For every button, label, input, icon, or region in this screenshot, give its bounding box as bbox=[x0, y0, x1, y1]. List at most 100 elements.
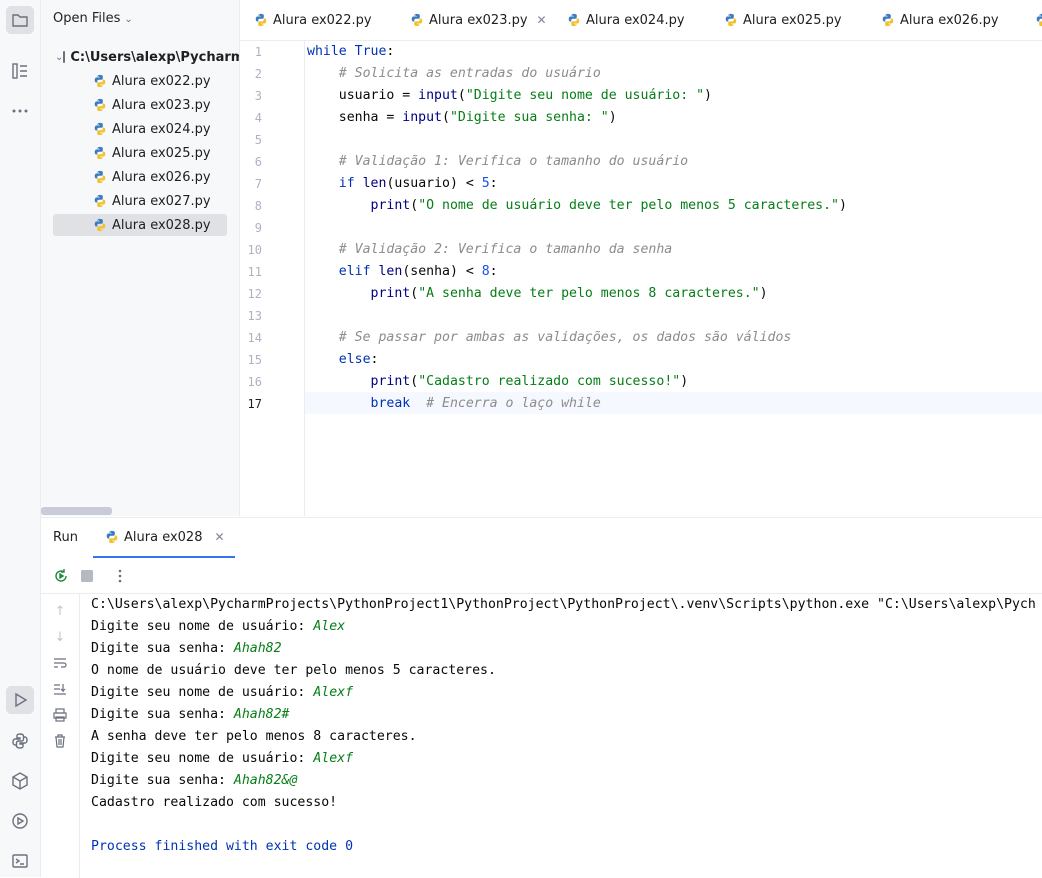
console-command: C:\Users\alexp\PycharmProjects\PythonPro… bbox=[91, 597, 1036, 612]
code-editor[interactable]: 1 2 3 4 5 6 7 8 9 10 11 12 13 14 15 16 1… bbox=[240, 41, 1042, 516]
tree-file[interactable]: Alura ex022.py bbox=[93, 70, 239, 92]
file-label: Alura ex024.py bbox=[112, 121, 211, 137]
file-label: Alura ex025.py bbox=[112, 145, 211, 161]
folder-icon bbox=[63, 51, 66, 63]
console-line: Digite sua senha: Ahah82&@ bbox=[91, 773, 298, 788]
line-number: 7 bbox=[254, 177, 262, 191]
tab-label: Alura ex022.py bbox=[273, 12, 372, 28]
code-line-current: break # Encerra o laço while bbox=[370, 396, 601, 411]
python-file-icon bbox=[93, 74, 107, 88]
line-number: 9 bbox=[254, 221, 262, 235]
more-icon[interactable] bbox=[6, 97, 34, 125]
line-number: 1 bbox=[254, 45, 262, 59]
close-icon[interactable]: ✕ bbox=[537, 13, 547, 27]
console-line: Digite seu nome de usuário: Alex bbox=[91, 619, 346, 634]
tab-overflow[interactable] bbox=[1035, 0, 1042, 40]
python-console-icon[interactable] bbox=[6, 727, 34, 755]
line-number-gutter: 1 2 3 4 5 6 7 8 9 10 11 12 13 14 15 16 1… bbox=[240, 41, 305, 516]
tree-file[interactable]: Alura ex024.py bbox=[93, 118, 239, 140]
python-file-icon bbox=[93, 194, 107, 208]
scroll-to-end-icon[interactable] bbox=[51, 680, 69, 698]
tab-alura-ex025[interactable]: Alura ex025.py bbox=[724, 0, 842, 40]
file-label: Alura ex023.py bbox=[112, 97, 211, 113]
run-icon[interactable] bbox=[6, 686, 34, 714]
python-file-icon bbox=[93, 122, 107, 136]
tab-alura-ex022[interactable]: Alura ex022.py bbox=[254, 0, 372, 40]
tab-label: Alura ex025.py bbox=[743, 12, 842, 28]
run-toolbar bbox=[41, 559, 1042, 594]
tree-file[interactable]: Alura ex026.py bbox=[93, 166, 239, 188]
root-folder-label: C:\Users\alexp\Pycharm bbox=[70, 49, 240, 65]
console-exit-message: Process finished with exit code 0 bbox=[91, 839, 354, 854]
tree-file[interactable]: Alura ex027.py bbox=[93, 190, 239, 212]
tree-file-selected[interactable]: Alura ex028.py bbox=[53, 214, 227, 236]
code-line: print("Cadastro realizado com sucesso!") bbox=[370, 374, 689, 389]
open-files-dropdown[interactable]: Open Files ⌄ bbox=[53, 11, 133, 26]
line-number: 14 bbox=[247, 331, 262, 345]
console-line: Digite seu nome de usuário: Alexf bbox=[91, 751, 354, 766]
tab-alura-ex026[interactable]: Alura ex026.py bbox=[881, 0, 999, 40]
python-file-icon bbox=[105, 530, 119, 544]
line-number: 13 bbox=[247, 309, 262, 323]
trash-icon[interactable] bbox=[51, 732, 69, 750]
run-panel: Run Alura ex028 ✕ ↑ ↓ C:\Users\alexp\Pyc… bbox=[41, 517, 1042, 878]
python-file-icon bbox=[93, 218, 107, 232]
project-folder-icon[interactable] bbox=[6, 6, 34, 34]
arrow-up-icon[interactable]: ↑ bbox=[51, 602, 69, 620]
run-side-toolbar: ↑ ↓ bbox=[41, 594, 80, 878]
python-file-icon bbox=[254, 13, 268, 27]
tab-alura-ex023[interactable]: Alura ex023.py ✕ bbox=[410, 0, 547, 40]
tree-file[interactable]: Alura ex023.py bbox=[93, 94, 239, 116]
horizontal-scrollbar[interactable] bbox=[41, 507, 112, 515]
line-number: 16 bbox=[247, 375, 262, 389]
line-number: 5 bbox=[254, 133, 262, 147]
file-label: Alura ex022.py bbox=[112, 73, 211, 89]
line-number: 11 bbox=[247, 265, 262, 279]
stop-icon[interactable] bbox=[78, 567, 96, 585]
code-line: senha = input("Digite sua senha: ") bbox=[338, 110, 617, 125]
python-file-icon bbox=[567, 13, 581, 27]
open-files-label: Open Files bbox=[53, 11, 121, 26]
tab-label: Alura ex024.py bbox=[586, 12, 685, 28]
python-file-icon bbox=[93, 146, 107, 160]
services-icon[interactable] bbox=[6, 807, 34, 835]
python-file-icon bbox=[1035, 13, 1042, 27]
terminal-icon[interactable] bbox=[6, 847, 34, 875]
code-line: print("O nome de usuário deve ter pelo m… bbox=[370, 198, 847, 213]
code-line: # Se passar por ambas as validações, os … bbox=[338, 330, 792, 345]
tree-file[interactable]: Alura ex025.py bbox=[93, 142, 239, 164]
file-label: Alura ex026.py bbox=[112, 169, 211, 185]
console-line: O nome de usuário deve ter pelo menos 5 … bbox=[91, 663, 496, 678]
editor-tabs: Alura ex022.py Alura ex023.py ✕ Alura ex… bbox=[240, 0, 1042, 41]
project-panel: Open Files ⌄ ⌄ C:\Users\alexp\Pycharm Alu… bbox=[41, 0, 240, 516]
print-icon[interactable] bbox=[51, 706, 69, 724]
console-line: Cadastro realizado com sucesso! bbox=[91, 795, 338, 810]
tree-root-folder[interactable]: ⌄ C:\Users\alexp\Pycharm bbox=[55, 46, 239, 68]
python-file-icon bbox=[93, 170, 107, 184]
more-options-icon[interactable] bbox=[111, 567, 129, 585]
tab-label: Alura ex026.py bbox=[900, 12, 999, 28]
python-file-icon bbox=[93, 98, 107, 112]
line-number-current: 17 bbox=[247, 397, 262, 411]
close-icon[interactable]: ✕ bbox=[214, 530, 224, 544]
line-number: 4 bbox=[254, 111, 262, 125]
code-line: while True: bbox=[307, 44, 395, 59]
file-label: Alura ex027.py bbox=[112, 193, 211, 209]
console-line: Digite seu nome de usuário: Alexf bbox=[91, 685, 354, 700]
chevron-down-icon: ⌄ bbox=[55, 51, 64, 63]
python-packages-icon[interactable] bbox=[6, 767, 34, 795]
soft-wrap-icon[interactable] bbox=[51, 654, 69, 672]
code-line: usuario = input("Digite seu nome de usuá… bbox=[338, 88, 712, 103]
structure-icon[interactable] bbox=[6, 57, 34, 85]
console-line: A senha deve ter pelo menos 8 caracteres… bbox=[91, 729, 417, 744]
chevron-down-icon: ⌄ bbox=[124, 14, 133, 25]
rerun-icon[interactable] bbox=[52, 567, 70, 585]
line-number: 6 bbox=[254, 155, 262, 169]
run-tab-label: Alura ex028 bbox=[124, 529, 203, 545]
line-number: 2 bbox=[254, 67, 262, 81]
tab-alura-ex024[interactable]: Alura ex024.py bbox=[567, 0, 685, 40]
tab-label: Alura ex023.py bbox=[429, 12, 528, 28]
arrow-down-icon[interactable]: ↓ bbox=[51, 628, 69, 646]
run-tab-alura-ex028[interactable]: Alura ex028 ✕ bbox=[93, 518, 235, 558]
code-line: elif len(senha) < 8: bbox=[338, 264, 498, 279]
